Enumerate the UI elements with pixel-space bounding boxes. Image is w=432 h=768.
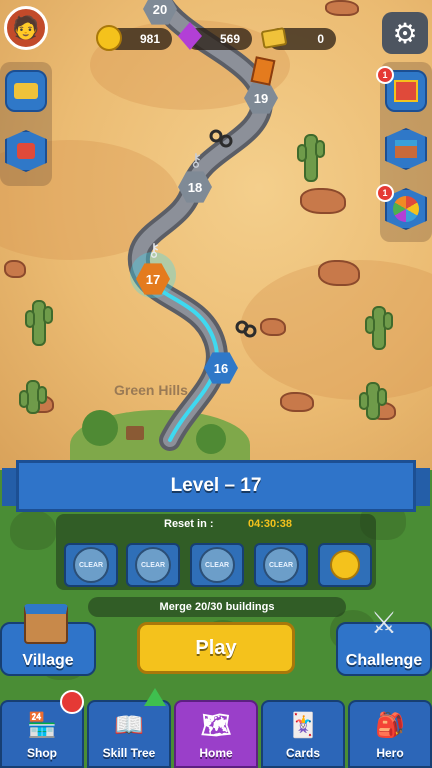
task-text: Merge 20/30 buildings: [159, 601, 275, 613]
map-icon: 🗺: [200, 712, 232, 739]
settings-gear-icon[interactable]: ⚙: [382, 12, 428, 54]
avatar[interactable]: 🧑: [4, 6, 48, 50]
gem-count: 569: [219, 32, 240, 46]
coin-icon: [330, 550, 360, 580]
challenge-label: Challenge: [345, 652, 423, 669]
skull-pattern: [10, 510, 56, 550]
tab-label: Cards: [285, 746, 320, 760]
coin-icon: [96, 25, 122, 51]
clear-badge: CLEAR: [135, 547, 171, 583]
backpack-icon: 🎒: [375, 712, 405, 739]
play-label: Play: [195, 636, 237, 659]
reward-tile-cleared[interactable]: CLEAR: [126, 543, 180, 587]
level-road: [127, 0, 273, 451]
region-label: Green Hills: [114, 382, 188, 398]
reward-tile-cleared[interactable]: CLEAR: [64, 543, 118, 587]
reward-tile-cleared[interactable]: CLEAR: [254, 543, 308, 587]
tab-hero[interactable]: 🎒 Hero: [348, 700, 432, 768]
key-icon: ⚷: [147, 240, 161, 260]
task-progress: Merge 20/30 buildings: [88, 597, 346, 617]
reset-label: Reset in :: [164, 518, 214, 530]
reward-tile-coin[interactable]: [318, 543, 372, 587]
reward-tile-cleared[interactable]: CLEAR: [190, 543, 244, 587]
tab-home[interactable]: 🗺 Home: [174, 700, 258, 768]
village-house-icon: [24, 604, 68, 644]
wheel-notification-badge: 1: [376, 184, 394, 202]
level-title-ribbon: Level – 17: [16, 460, 416, 512]
shop-notification-badge: [60, 690, 84, 714]
ticket-count: 0: [317, 32, 324, 46]
reset-timer: 04:30:38: [248, 518, 293, 530]
tab-label: Skill Tree: [102, 746, 156, 760]
gift-notification-badge: 1: [376, 66, 394, 84]
play-button[interactable]: Play: [137, 622, 295, 674]
cards-icon: 🃏: [288, 712, 318, 739]
ticket-pass-icon[interactable]: [5, 70, 47, 112]
clear-badge: CLEAR: [199, 547, 235, 583]
tab-label: Shop: [27, 746, 57, 760]
level-map[interactable]: 20 19 18 ⚷ 17 ⚷ 16 Green Hills: [0, 0, 432, 470]
tab-skill-tree[interactable]: 📖 Skill Tree: [87, 700, 171, 768]
tab-label: Home: [199, 746, 233, 760]
shop-icon: 🏪: [27, 712, 57, 739]
skill-book-icon: 📖: [114, 712, 144, 739]
level-title: Level – 17: [170, 475, 262, 496]
coin-count: 981: [139, 32, 160, 46]
tab-label: Hero: [376, 746, 404, 760]
clear-badge: CLEAR: [263, 547, 299, 583]
key-icon: ⚷: [189, 150, 203, 170]
crossed-swords-icon: ⚔: [370, 607, 398, 640]
clear-badge: CLEAR: [73, 547, 109, 583]
village-label: Village: [22, 652, 74, 669]
tab-cards[interactable]: 🃏 Cards: [261, 700, 345, 768]
